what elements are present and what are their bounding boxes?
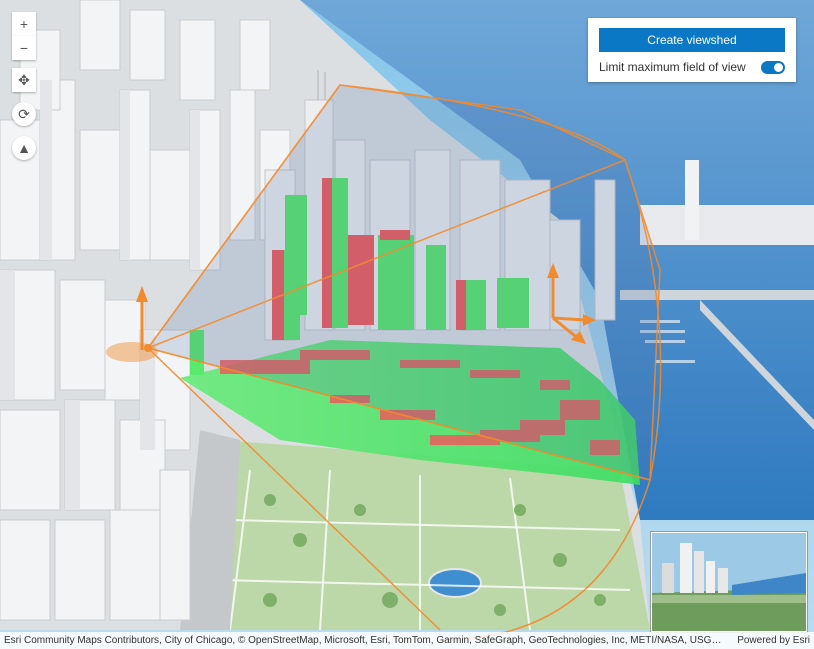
attribution-bar: Esri Community Maps Contributors, City o… (0, 632, 814, 649)
limit-fov-label: Limit maximum field of view (599, 60, 746, 74)
compass-icon[interactable]: ▲ (12, 136, 36, 160)
zoom-in-button[interactable]: + (12, 12, 36, 36)
viewshed-preview (651, 532, 807, 632)
observer-point (144, 344, 152, 352)
navigation-controls: + − ✥ ⟳ ▲ (12, 12, 36, 160)
attribution-text[interactable]: Esri Community Maps Contributors, City o… (4, 635, 724, 646)
viewshed-panel: Create viewshed Limit maximum field of v… (588, 18, 796, 82)
park-fountain-pool (428, 568, 482, 598)
switch-knob (774, 62, 783, 72)
pan-icon[interactable]: ✥ (12, 68, 36, 92)
limit-fov-switch[interactable] (761, 60, 785, 74)
powered-by-esri[interactable]: Powered by Esri (737, 635, 810, 646)
rotate-icon[interactable]: ⟳ (12, 102, 36, 126)
zoom-out-button[interactable]: − (12, 36, 36, 60)
limit-fov-row: Limit maximum field of view (599, 58, 785, 76)
create-viewshed-button[interactable]: Create viewshed (599, 28, 785, 52)
pier (640, 205, 814, 245)
